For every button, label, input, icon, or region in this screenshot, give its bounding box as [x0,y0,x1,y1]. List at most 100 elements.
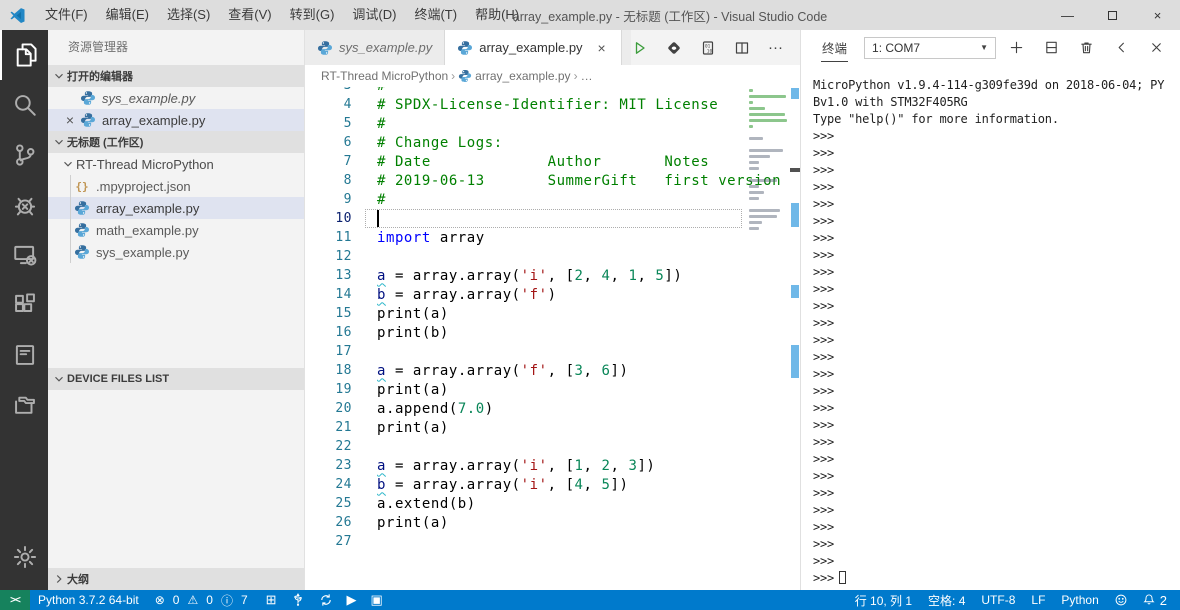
breadcrumb-item[interactable]: … [581,69,593,83]
activity-folder-library[interactable] [0,380,48,430]
line-number[interactable]: 17 [305,344,352,359]
kill-terminal-button[interactable] [1078,40,1094,56]
new-terminal-button[interactable] [1008,40,1024,56]
code-line[interactable]: 25 a.extend(b) [305,494,745,513]
open-editor-item[interactable]: × array_example.py [48,109,304,131]
feedback-smiley-button[interactable] [1107,590,1135,610]
section-device-files[interactable]: DEVICE FILES LIST [48,368,304,390]
menu-item[interactable]: 编辑(E) [97,0,158,30]
code-line[interactable]: 26 print(a) [305,513,745,532]
line-number[interactable]: 23 [305,458,352,473]
line-number[interactable]: 19 [305,382,352,397]
activity-explorer[interactable] [0,30,48,80]
menu-item[interactable]: 文件(F) [36,0,97,30]
code-editor[interactable]: 3#4# SPDX-License-Identifier: MIT Licens… [305,87,800,590]
activity-notebook[interactable] [0,330,48,380]
line-number[interactable]: 25 [305,496,352,511]
close-button[interactable]: × [1135,0,1180,30]
code-line[interactable]: 24 b = array.array('i', [4, 5]) [305,475,745,494]
line-number[interactable]: 6 [305,135,352,150]
code-line[interactable]: 8 # 2019-06-13 SummerGift first version [305,171,781,190]
tab-sys_example.py[interactable]: sys_example.py [305,30,446,65]
boxed-plus-icon[interactable]: ⊞ [259,590,284,610]
problems-status[interactable]: ⊗ 0 ⚠ 0 ⓘ 7 [147,590,259,610]
code-line[interactable]: 10 [305,209,745,228]
line-number[interactable]: 13 [305,268,352,283]
terminal-select[interactable]: 1: COM7 ▼ [864,36,997,59]
section-open-editors[interactable]: 打开的编辑器 [48,65,304,87]
code-line[interactable]: 22 [305,437,745,456]
code-line[interactable]: 20 a.append(7.0) [305,399,745,418]
line-number[interactable]: 4 [305,97,352,112]
code-line[interactable]: 27 [305,532,745,551]
line-number[interactable]: 18 [305,363,352,378]
line-number[interactable]: 22 [305,439,352,454]
encoding[interactable]: UTF-8 [973,590,1023,610]
line-number[interactable]: 24 [305,477,352,492]
code-line[interactable]: 5 # [305,114,745,133]
breadcrumb-item[interactable]: array_example.py [458,69,571,83]
activity-settings-gear[interactable] [0,532,48,582]
split-terminal-button[interactable] [1043,40,1059,56]
indentation[interactable]: 空格: 4 [920,590,973,610]
minimap[interactable] [745,89,790,590]
code-line[interactable]: 14 b = array.array('f') [305,285,745,304]
maximize-button[interactable] [1090,0,1135,30]
stop-icon[interactable]: ▣ [364,590,390,610]
tree-file-item[interactable]: math_example.py [48,219,304,241]
code-line[interactable]: 13 a = array.array('i', [2, 4, 1, 5]) [305,266,745,285]
usb-device-button[interactable] [284,590,312,610]
tree-file-item[interactable]: sys_example.py [48,241,304,263]
activity-debug[interactable] [0,180,48,230]
binary-file-button[interactable]: 01 10 [699,39,716,56]
code-line[interactable]: 4 # SPDX-License-Identifier: MIT License [305,95,745,114]
sync-button[interactable] [312,590,340,610]
play-icon[interactable]: ▶ [340,590,364,610]
line-number[interactable]: 7 [305,154,352,169]
menu-item[interactable]: 查看(V) [219,0,280,30]
activity-extensions[interactable] [0,280,48,330]
code-line[interactable]: 7 # Date Author Notes [305,152,745,171]
run-file-button[interactable] [631,39,648,56]
cursor-position[interactable]: 行 10, 列 1 [847,590,920,610]
python-interpreter[interactable]: Python 3.7.2 64-bit [30,590,147,610]
line-number[interactable]: 12 [305,249,352,264]
code-line[interactable]: 23 a = array.array('i', [1, 2, 3]) [305,456,745,475]
close-icon[interactable]: × [595,40,609,56]
tab-array_example.py[interactable]: array_example.py × [445,30,622,65]
more-actions-icon[interactable]: ··· [767,39,784,56]
line-number[interactable]: 14 [305,287,352,302]
chevron-left-button[interactable] [1113,40,1129,56]
menu-item[interactable]: 选择(S) [158,0,219,30]
line-number[interactable]: 27 [305,534,352,549]
line-number[interactable]: 21 [305,420,352,435]
minimize-button[interactable]: — [1045,0,1090,30]
line-number[interactable]: 5 [305,116,352,131]
code-line[interactable]: 3# [305,87,745,95]
open-editor-item[interactable]: sys_example.py [48,87,304,109]
remote-indicator[interactable]: >< [0,590,30,610]
code-line[interactable]: 17 [305,342,745,361]
activity-source-control[interactable] [0,130,48,180]
line-number[interactable]: 3 [305,87,352,93]
tree-file-item[interactable]: {} .mpyproject.json [48,175,304,197]
line-number[interactable]: 9 [305,192,352,207]
tree-file-item[interactable]: array_example.py [48,197,304,219]
code-line[interactable]: 12 [305,247,745,266]
close-icon[interactable]: × [62,112,78,128]
tab-terminal[interactable]: 终端 [821,34,849,62]
language-mode[interactable]: Python [1053,590,1106,610]
eol[interactable]: LF [1023,590,1053,610]
debug-badge-button[interactable] [665,39,682,56]
line-number[interactable]: 8 [305,173,352,188]
code-line[interactable]: 18 a = array.array('f', [3, 6]) [305,361,745,380]
code-line[interactable]: 21 print(a) [305,418,745,437]
code-line[interactable]: 9 # [305,190,745,209]
code-line[interactable]: 16 print(b) [305,323,745,342]
activity-search[interactable] [0,80,48,130]
notifications-bell-button[interactable]: 2 [1135,590,1174,610]
section-outline[interactable]: 大纲 [48,568,304,590]
terminal-output[interactable]: MicroPython v1.9.4-114-g309fe39d on 2018… [801,65,1180,590]
section-workspace[interactable]: 无标题 (工作区) [48,131,304,153]
tree-folder-rt-thread[interactable]: RT-Thread MicroPython [48,153,304,175]
